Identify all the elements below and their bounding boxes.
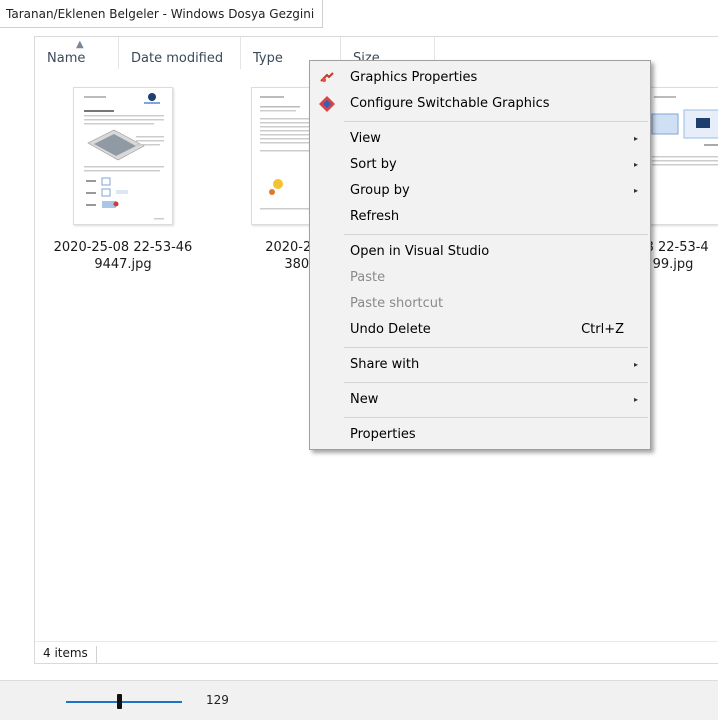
- submenu-arrow-icon: ▸: [633, 360, 638, 369]
- menu-item-configure-switchable-graphics[interactable]: Configure Switchable Graphics: [310, 91, 650, 117]
- sort-ascending-icon: ▲: [76, 39, 84, 50]
- document-preview-icon: [84, 93, 164, 220]
- menu-item-paste: Paste: [350, 270, 386, 285]
- submenu-arrow-icon: ▸: [633, 395, 638, 404]
- menu-item-refresh[interactable]: Refresh: [310, 204, 650, 230]
- menu-item-open-in-visual-studio[interactable]: Open in Visual Studio: [310, 239, 650, 265]
- status-bar: 4 items: [35, 641, 718, 663]
- submenu-arrow-icon: ▸: [633, 134, 638, 143]
- title-bar: Taranan/Eklenen Belgeler - Windows Dosya…: [0, 0, 718, 36]
- column-type-label: Type: [253, 51, 283, 66]
- menu-item-share-with[interactable]: Share with ▸: [310, 352, 650, 378]
- document-preview-icon: [651, 96, 718, 166]
- menu-item-sort-by[interactable]: Sort by ▸: [310, 152, 650, 178]
- zoom-slider-thumb[interactable]: [117, 694, 122, 709]
- item-count: 4 items: [43, 646, 97, 663]
- file-thumbnail: [73, 87, 173, 225]
- menu-separator: [344, 417, 648, 418]
- window-title-tab[interactable]: Taranan/Eklenen Belgeler - Windows Dosya…: [0, 0, 324, 28]
- zoom-slider-track[interactable]: [66, 701, 182, 703]
- file-item[interactable]: 2020-25-08 22-53-46 9447.jpg: [35, 79, 213, 272]
- menu-separator: [344, 121, 648, 122]
- column-header-name[interactable]: ▲ Name: [35, 37, 119, 69]
- submenu-arrow-icon: ▸: [633, 160, 638, 169]
- menu-item-undo-delete[interactable]: Undo Delete Ctrl+Z: [310, 317, 650, 343]
- zoom-value: 129: [206, 693, 229, 707]
- menu-separator: [344, 347, 648, 348]
- context-menu: Graphics Properties Configure Switchable…: [309, 60, 651, 450]
- file-name: 2020-25-08 22-53-46 9447.jpg: [53, 240, 193, 272]
- submenu-arrow-icon: ▸: [633, 186, 638, 195]
- menu-separator: [344, 234, 648, 235]
- zoom-bar: 129: [0, 680, 718, 720]
- menu-item-group-by[interactable]: Group by ▸: [310, 178, 650, 204]
- column-name-label: Name: [47, 51, 86, 66]
- menu-separator: [344, 382, 648, 383]
- menu-item-paste-shortcut: Paste shortcut: [350, 296, 444, 311]
- column-date-label: Date modified: [131, 51, 224, 66]
- file-thumbnail: [643, 87, 718, 225]
- amd-switchable-icon: [318, 95, 336, 113]
- intel-graphics-icon: [318, 69, 336, 87]
- menu-item-properties[interactable]: Properties: [310, 422, 650, 448]
- menu-item-view[interactable]: View ▸: [310, 126, 650, 152]
- column-header-date[interactable]: Date modified: [119, 37, 241, 69]
- menu-item-graphics-properties[interactable]: Graphics Properties: [310, 65, 650, 91]
- undo-shortcut-label: Ctrl+Z: [581, 322, 624, 337]
- menu-item-new[interactable]: New ▸: [310, 387, 650, 413]
